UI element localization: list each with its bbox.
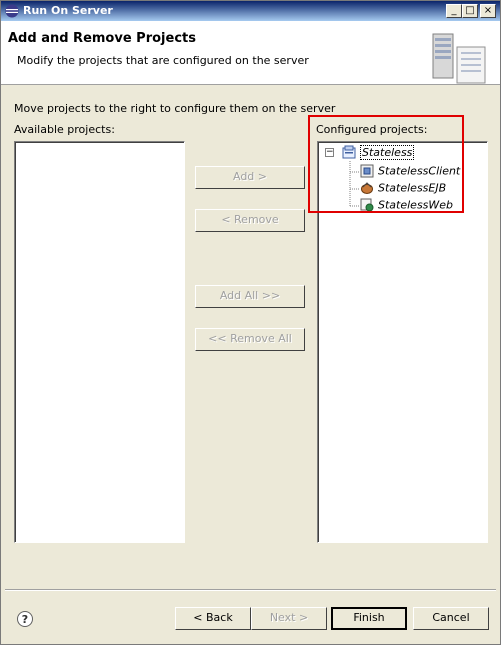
minimize-button[interactable]: _ bbox=[446, 4, 462, 18]
cancel-button[interactable]: Cancel bbox=[413, 607, 489, 630]
page-title: Add and Remove Projects bbox=[8, 31, 196, 46]
page-description: Modify the projects that are configured … bbox=[17, 54, 309, 67]
wizard-header: Add and Remove Projects Modify the proje… bbox=[1, 21, 500, 85]
finish-button[interactable]: Finish bbox=[331, 607, 407, 630]
title-bar[interactable]: Run On Server _ □ × bbox=[1, 1, 500, 21]
back-button[interactable]: < Back bbox=[175, 607, 251, 630]
help-icon[interactable]: ? bbox=[17, 611, 33, 627]
available-projects-list[interactable] bbox=[14, 141, 185, 543]
footer-separator bbox=[5, 589, 496, 591]
remove-all-button[interactable]: << Remove All bbox=[195, 328, 305, 351]
add-button[interactable]: Add > bbox=[195, 166, 305, 189]
run-on-server-dialog: Run On Server _ □ × Add and Remove Proje… bbox=[0, 0, 501, 645]
eclipse-icon bbox=[5, 4, 19, 18]
window-title: Run On Server bbox=[23, 4, 113, 17]
next-button[interactable]: Next > bbox=[251, 607, 327, 630]
add-all-button[interactable]: Add All >> bbox=[195, 285, 305, 308]
maximize-button[interactable]: □ bbox=[462, 4, 478, 18]
server-banner-icon bbox=[432, 33, 486, 84]
highlight-annotation-box bbox=[308, 115, 464, 213]
close-button[interactable]: × bbox=[480, 4, 496, 18]
instruction-text: Move projects to the right to configure … bbox=[14, 102, 336, 115]
remove-button[interactable]: < Remove bbox=[195, 209, 305, 232]
available-projects-label: Available projects: bbox=[14, 123, 115, 136]
